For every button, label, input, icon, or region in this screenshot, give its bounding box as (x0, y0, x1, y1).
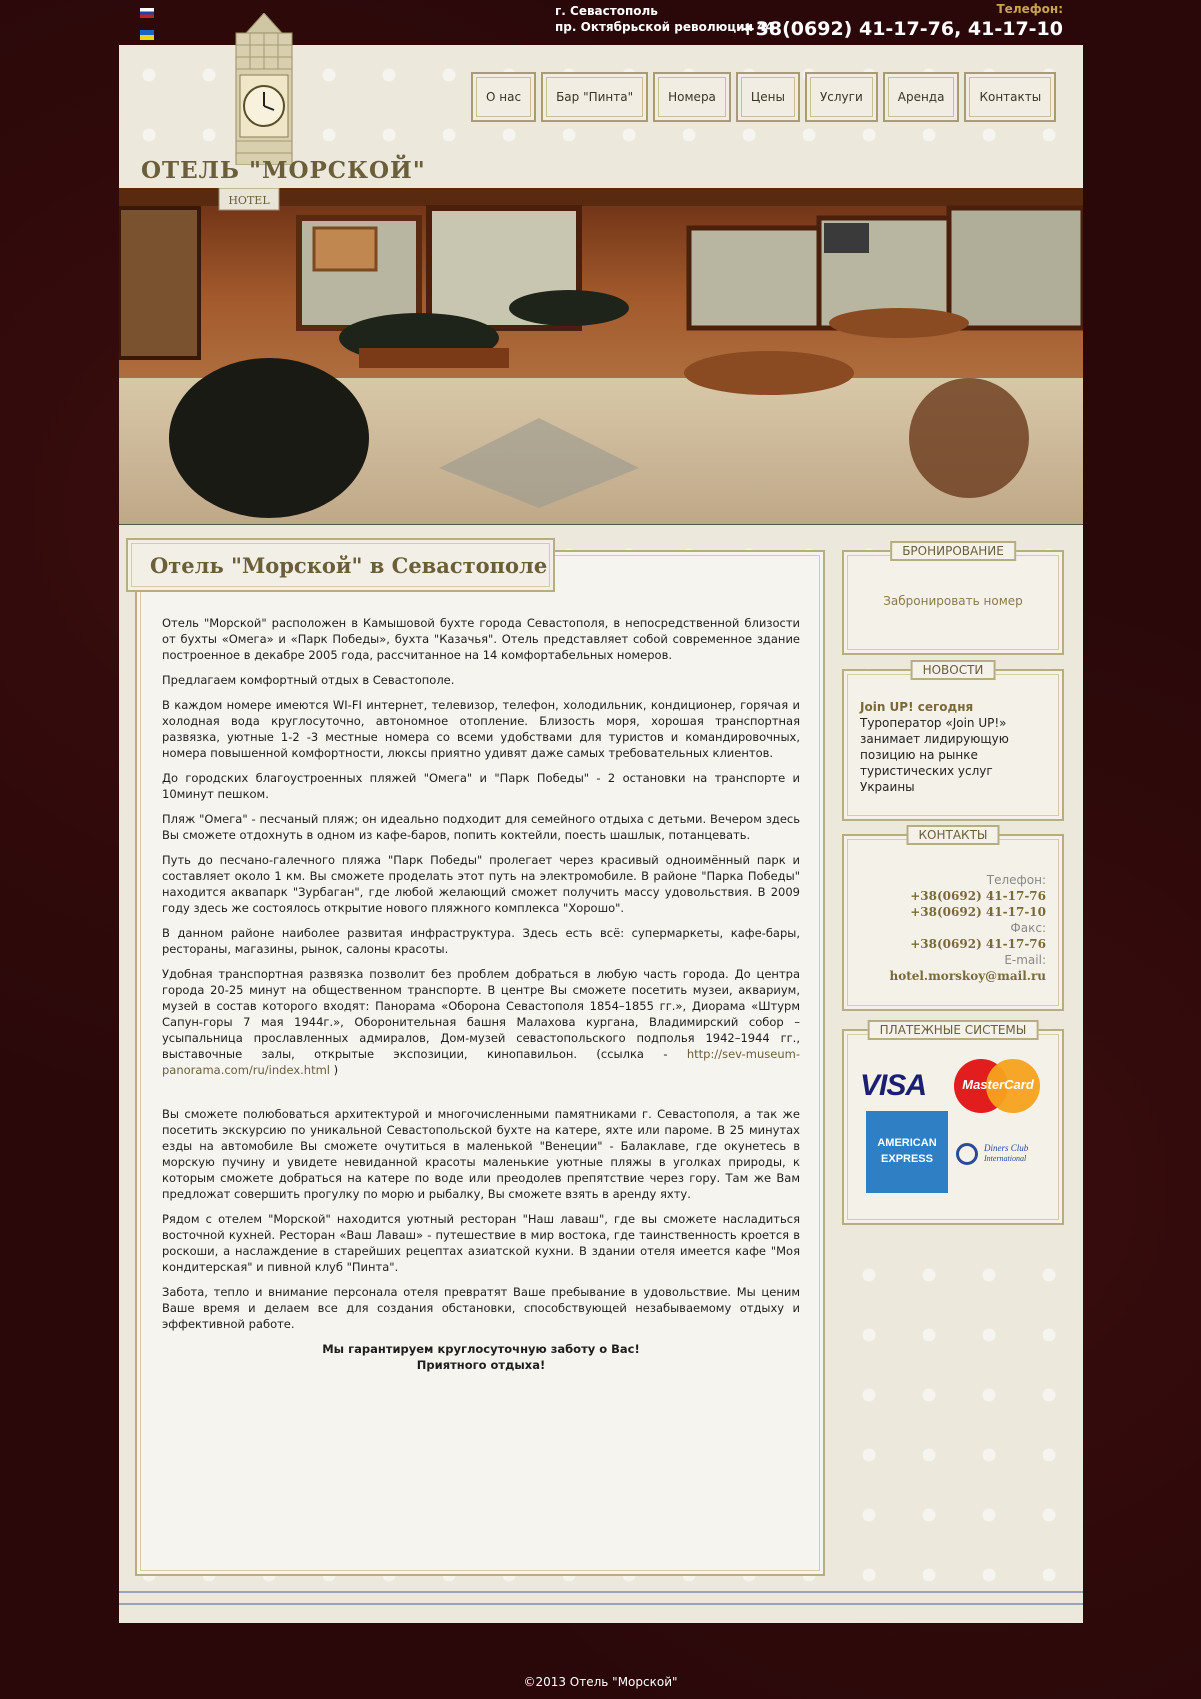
header: ОТЕЛЬ "МОРСКОЙ" О нас Бар "Пинта" Номера… (119, 13, 1083, 190)
hotel-interior-banner: HOTEL (119, 188, 1083, 525)
paragraph: Предлагаем комфортный отдых в Севастопол… (162, 673, 455, 687)
news-title[interactable]: Join UP! сегодня (860, 699, 1046, 715)
closing-line: Мы гарантируем круглосуточную заботу о В… (322, 1342, 640, 1356)
news-text: Туроператор «Join UP!» занимает лидирующ… (860, 716, 1009, 794)
contact-phone-1: +38(0692) 41-17-76 (910, 889, 1046, 903)
visa-text: VISA (860, 1069, 927, 1102)
paragraph-end: ) (330, 1063, 339, 1077)
clock-tower-logo[interactable] (224, 13, 304, 165)
contacts-box: КОНТАКТЫ Телефон: +38(0692) 41-17-76 +38… (842, 825, 1064, 1011)
visa-logo: VISA (860, 1069, 948, 1109)
contact-email[interactable]: hotel.morskoy@mail.ru (860, 968, 1046, 984)
phone-label: Телефон: (996, 2, 1064, 16)
nav-rent[interactable]: Аренда (882, 72, 960, 122)
news-body: Join UP! сегодня Туроператор «Join UP!» … (844, 671, 1062, 805)
main-nav: О нас Бар "Пинта" Номера Цены Услуги Аре… (471, 72, 1057, 122)
phone-top: +38(0692) 41-17-76, 41-17-10 (739, 18, 1063, 40)
contact-email-label: E-mail: (1004, 953, 1046, 967)
paragraph: Путь до песчано-галечного пляжа "Парк По… (162, 853, 800, 915)
top-bar: г. Севастополь пр. Октябрьской революции… (0, 0, 1201, 45)
booking-box: БРОНИРОВАНИЕ Забронировать номер (842, 541, 1064, 655)
paragraph: Удобная транспортная развязка позволит б… (162, 966, 800, 1078)
copyright: ©2013 Отель "Морской" (523, 1675, 678, 1689)
paragraph: До городских благоустроенных пляжей "Оме… (162, 771, 800, 801)
paragraph: В данном районе наиболее развитая инфрас… (162, 926, 800, 956)
nav-rooms[interactable]: Номера (653, 72, 731, 122)
amex-line-1: AMERICAN (877, 1137, 937, 1149)
closing-line: Приятного отдыха! (416, 1358, 546, 1372)
nav-services[interactable]: Услуги (804, 72, 878, 122)
flag-ua-icon[interactable] (140, 30, 154, 40)
paragraph: Рядом с отелем "Морской" находится уютны… (162, 1212, 800, 1274)
nav-bar[interactable]: Бар "Пинта" (541, 72, 649, 122)
mastercard-logo: MasterCard (954, 1059, 1042, 1117)
news-box: НОВОСТИ Join UP! сегодня Туроператор «Jo… (842, 660, 1064, 821)
contact-fax: +38(0692) 41-17-76 (910, 937, 1046, 951)
payments-label: ПЛАТЕЖНЫЕ СИСТЕМЫ (867, 1020, 1039, 1040)
mastercard-text: MasterCard (962, 1077, 1034, 1092)
amex-logo: AMERICAN EXPRESS (866, 1111, 948, 1193)
news-label: НОВОСТИ (910, 660, 996, 680)
book-room-link[interactable]: Забронировать номер (860, 594, 1046, 608)
paragraph: Пляж "Омега" - песчаный пляж; он идеальн… (162, 812, 800, 842)
contact-phone-2: +38(0692) 41-17-10 (910, 905, 1046, 919)
paragraph: Отель "Морской" расположен в Камышовой б… (162, 616, 800, 662)
diners-line-2: International (984, 1154, 1027, 1163)
paragraph: В каждом номере имеются WI-FI интернет, … (162, 698, 800, 760)
nav-about[interactable]: О нас (471, 72, 537, 122)
hotel-name: ОТЕЛЬ "МОРСКОЙ" (141, 157, 426, 184)
content-title: Отель "Морской" в Севастополе (150, 552, 548, 578)
diners-club-logo: Diners Club International (956, 1139, 1046, 1169)
payments-box: ПЛАТЕЖНЫЕ СИСТЕМЫ VISA MasterCard AMERIC… (842, 1020, 1064, 1225)
booking-body: Забронировать номер (844, 552, 1062, 618)
diners-line-1: Diners Club (984, 1143, 1029, 1153)
nav-contacts[interactable]: Контакты (964, 72, 1057, 122)
footer-divider (119, 1591, 1083, 1605)
contact-fax-label: Факс: (1010, 921, 1046, 935)
content-title-box: Отель "Морской" в Севастополе (126, 538, 555, 592)
content-text: Отель "Морской" расположен в Камышовой б… (162, 615, 800, 1373)
address-city: г. Севастополь (555, 4, 658, 18)
booking-label: БРОНИРОВАНИЕ (890, 541, 1016, 561)
contacts-body: Телефон: +38(0692) 41-17-76 +38(0692) 41… (844, 836, 1062, 994)
contacts-label: КОНТАКТЫ (906, 825, 1000, 845)
contact-phone-label: Телефон: (986, 873, 1046, 887)
banner-sign: HOTEL (228, 194, 270, 207)
amex-line-2: EXPRESS (881, 1153, 933, 1165)
flag-ru-icon[interactable] (140, 8, 154, 18)
paragraph: Вы сможете полюбоваться архитектурой и м… (162, 1107, 800, 1201)
nav-prices[interactable]: Цены (735, 72, 800, 122)
paragraph: Забота, тепло и внимание персонала отеля… (162, 1285, 800, 1331)
